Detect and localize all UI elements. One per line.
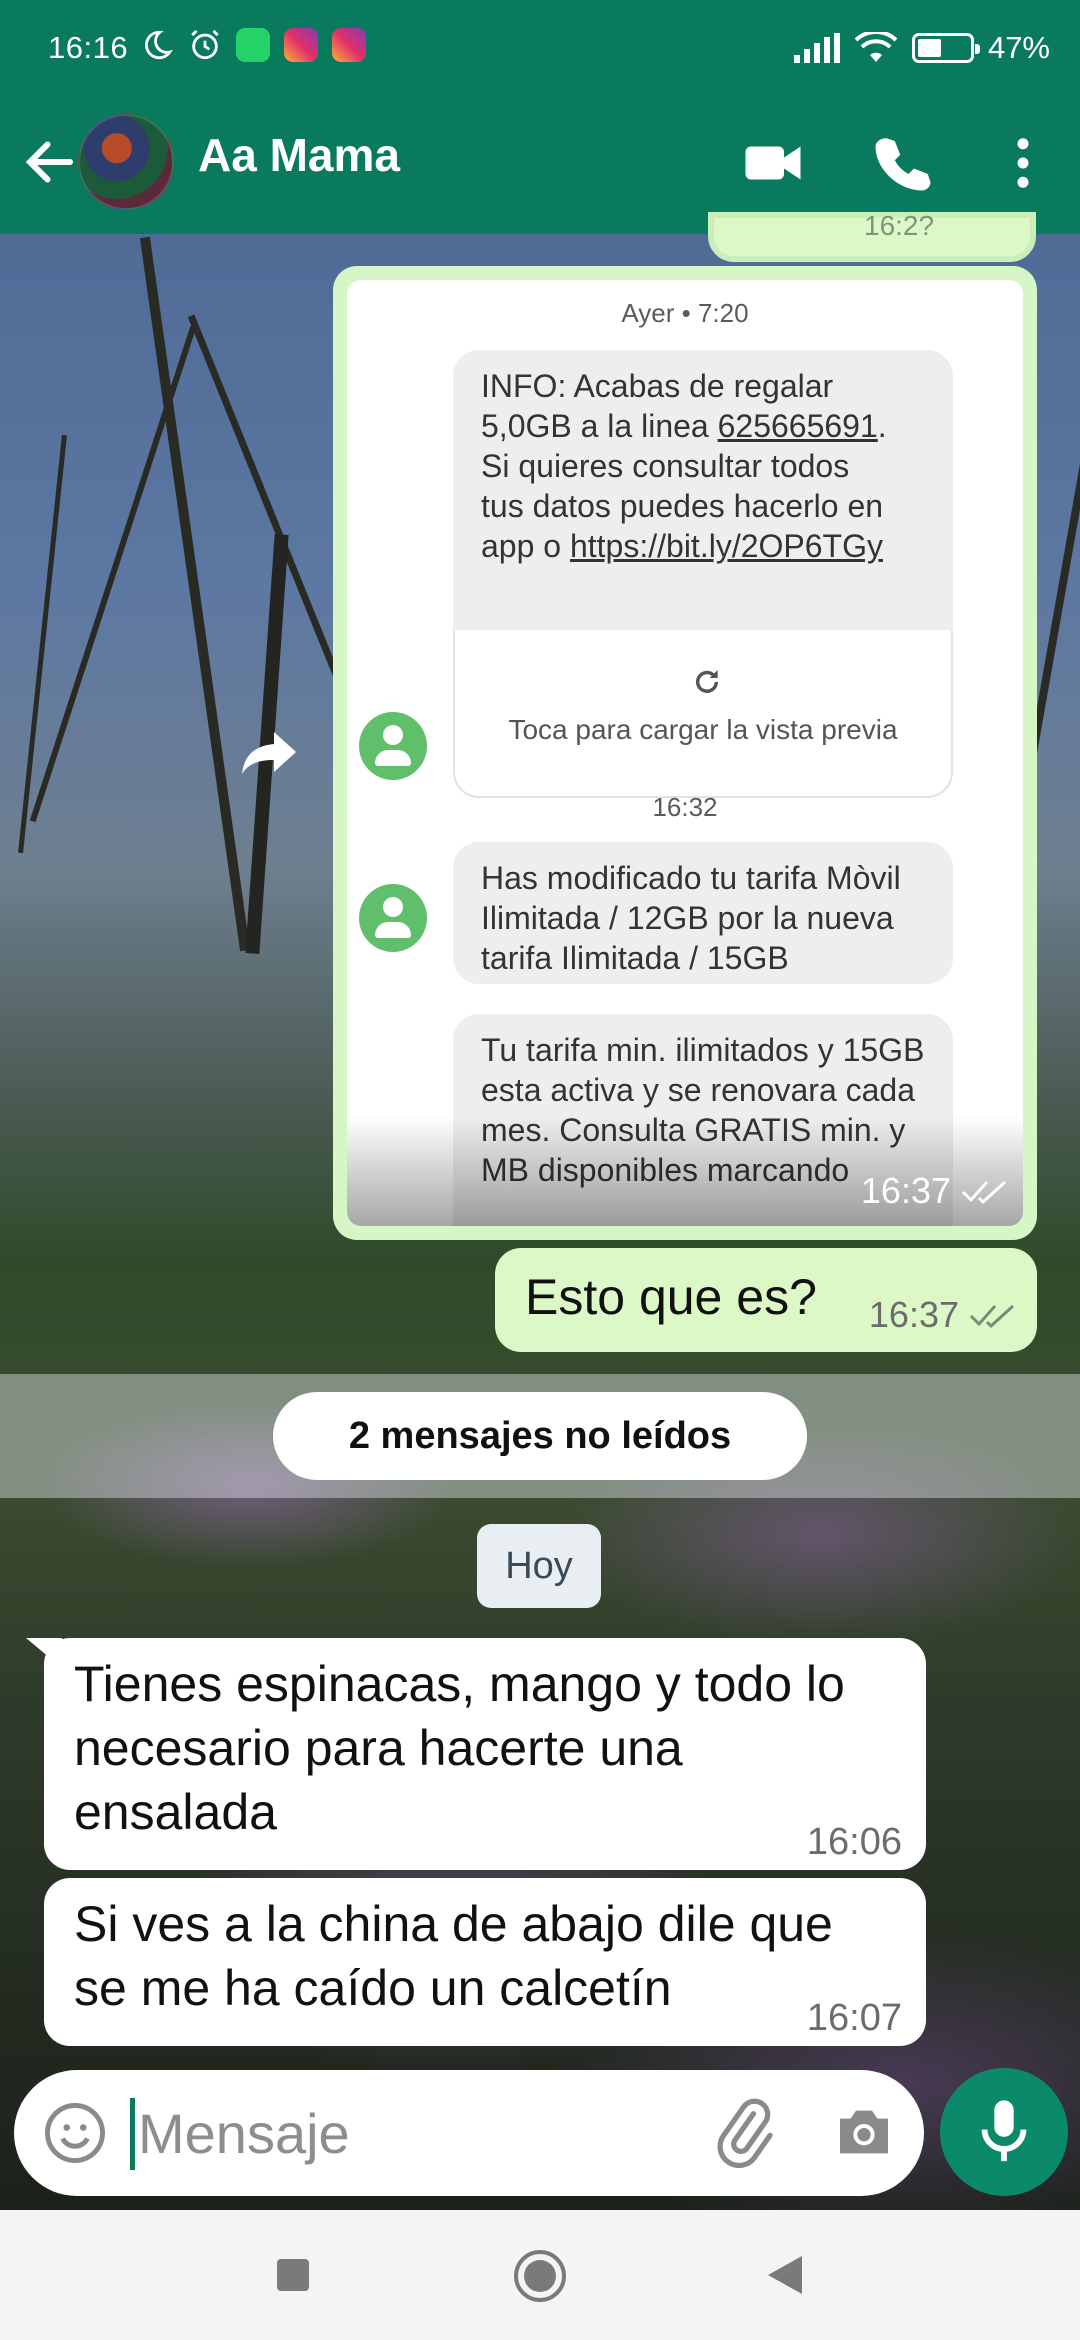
- phone-call-icon[interactable]: [870, 130, 936, 196]
- recents-button-icon[interactable]: [274, 2256, 312, 2294]
- moon-icon: [145, 30, 174, 60]
- back-arrow-icon[interactable]: [20, 132, 80, 192]
- unread-messages-badge: 2 mensajes no leídos: [273, 1392, 807, 1480]
- camera-icon[interactable]: [832, 2100, 896, 2164]
- forward-icon[interactable]: [240, 730, 298, 776]
- signal-icon: [793, 33, 840, 63]
- sms-date-label: Ayer • 7:20: [621, 298, 749, 328]
- double-check-icon: [969, 1304, 1015, 1328]
- sms-time-label: 16:32: [652, 792, 718, 822]
- whatsapp-notification-icon: [236, 28, 270, 62]
- sender-avatar-icon: [359, 712, 427, 780]
- instagram-notification-icon: [332, 28, 366, 62]
- sms-message: Has modificado tu tarifa Mòvil Ilimitada…: [453, 842, 953, 984]
- reload-icon: [695, 670, 719, 693]
- message-time: 16:37: [868, 1294, 959, 1335]
- incoming-message-bubble[interactable]: Si ves a la china de abajo dile que se m…: [44, 1878, 926, 2046]
- message-time: 16:07: [806, 1997, 902, 2039]
- contact-avatar[interactable]: [78, 114, 174, 210]
- message-time: 16:37: [860, 1170, 951, 1211]
- status-bar: 16:16 47%: [0, 0, 1080, 100]
- link-preview: Toca para cargar la vista previa: [453, 630, 953, 798]
- battery-percentage: 47%: [987, 30, 1050, 65]
- notification-icons: [140, 28, 366, 62]
- screenshot-image[interactable]: Ayer • 7:20 INFO: Acabas de regalar 5,0G…: [347, 280, 1023, 1226]
- system-navigation-bar: [0, 2210, 1080, 2340]
- image-message-meta: 16:37: [861, 1170, 1007, 1212]
- voice-message-button[interactable]: [940, 2068, 1068, 2196]
- attach-icon[interactable]: [710, 2098, 780, 2168]
- emoji-icon[interactable]: [42, 2100, 108, 2166]
- back-button-icon[interactable]: [764, 2254, 804, 2296]
- incoming-message-bubble[interactable]: Tienes espinacas, mango y todo lo necesa…: [44, 1638, 926, 1870]
- wifi-icon: [854, 32, 898, 62]
- video-call-icon[interactable]: [740, 130, 806, 196]
- preview-label: Toca para cargar la vista previa: [508, 714, 898, 745]
- image-message-bubble[interactable]: Ayer • 7:20 INFO: Acabas de regalar 5,0G…: [333, 266, 1037, 1240]
- message-text: Esto que es?: [525, 1269, 817, 1325]
- microphone-icon: [981, 2100, 1027, 2162]
- previous-message-time: 16:2?: [864, 210, 935, 241]
- alarm-icon: [191, 29, 219, 60]
- system-indicators: 47%: [793, 30, 1050, 66]
- home-button-icon[interactable]: [512, 2248, 568, 2304]
- message-time: 16:06: [806, 1821, 902, 1863]
- message-text: Tienes espinacas, mango y todo lo necesa…: [74, 1656, 845, 1840]
- contact-name[interactable]: Aa Mama: [198, 128, 400, 182]
- status-time: 16:16: [48, 30, 129, 65]
- sender-avatar-icon: [359, 884, 427, 952]
- double-check-icon: [961, 1180, 1007, 1204]
- previous-message-bubble[interactable]: 16:2?: [708, 210, 1036, 262]
- message-text: Si ves a la china de abajo dile que se m…: [74, 1896, 833, 2016]
- more-options-icon[interactable]: [990, 130, 1056, 196]
- message-composer: [14, 2070, 924, 2196]
- message-input[interactable]: [138, 2092, 678, 2174]
- date-divider: Hoy: [477, 1524, 601, 1608]
- text-cursor: [130, 2098, 135, 2170]
- outgoing-message-bubble[interactable]: Esto que es? 16:37: [495, 1248, 1037, 1352]
- message-meta: 16:37: [869, 1294, 1015, 1336]
- instagram-notification-icon: [284, 28, 318, 62]
- battery-icon: [911, 33, 980, 63]
- sms-message: INFO: Acabas de regalar 5,0GB a la linea…: [453, 350, 953, 630]
